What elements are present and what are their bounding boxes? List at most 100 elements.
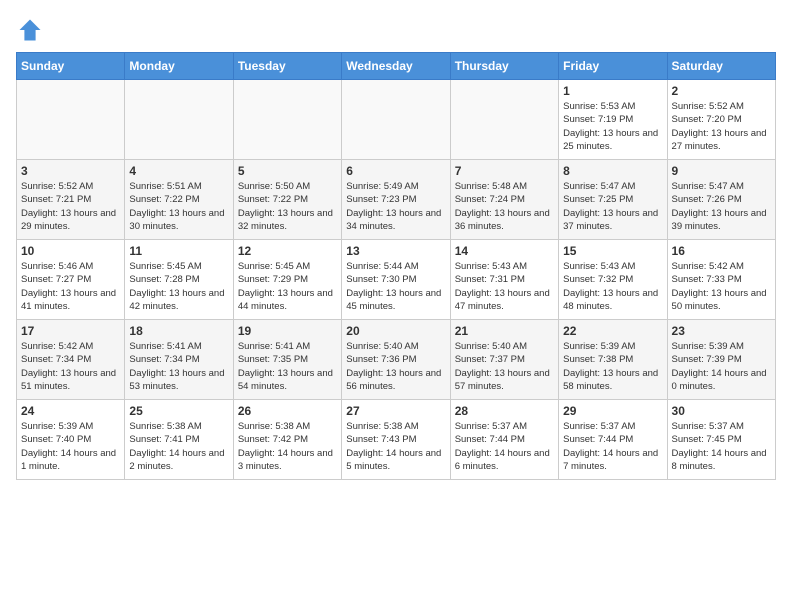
calendar-cell: 23Sunrise: 5:39 AMSunset: 7:39 PMDayligh… xyxy=(667,320,775,400)
day-info: Sunrise: 5:44 AMSunset: 7:30 PMDaylight:… xyxy=(346,260,445,313)
day-number: 5 xyxy=(238,164,337,178)
calendar-cell: 4 Sunrise: 5:51 AMSunset: 7:22 PMDaylight… xyxy=(125,160,233,240)
day-number: 12 xyxy=(238,244,337,258)
day-number: 18 xyxy=(129,324,228,338)
day-number: 9 xyxy=(672,164,771,178)
day-header-thursday: Thursday xyxy=(450,53,558,80)
day-number: 4 xyxy=(129,164,228,178)
calendar-cell: 6Sunrise: 5:49 AMSunset: 7:23 PMDaylight… xyxy=(342,160,450,240)
day-info: Sunrise: 5:39 AMSunset: 7:40 PMDaylight:… xyxy=(21,420,120,473)
day-info: Sunrise: 5:52 AMSunset: 7:20 PMDaylight:… xyxy=(672,100,771,153)
calendar-cell: 10 Sunrise: 5:46 AMSunset: 7:27 PMDayligh… xyxy=(17,240,125,320)
day-info: Sunrise: 5:43 AMSunset: 7:32 PMDaylight:… xyxy=(563,260,662,313)
day-info: Sunrise: 5:50 AMSunset: 7:22 PMDaylight:… xyxy=(238,180,337,233)
day-header-friday: Friday xyxy=(559,53,667,80)
day-info: Sunrise: 5:41 AMSunset: 7:34 PMDaylight:… xyxy=(129,340,228,393)
day-info: Sunrise: 5:47 AMSunset: 7:25 PMDaylight:… xyxy=(563,180,662,233)
calendar-cell: 26 Sunrise: 5:38 AMSunset: 7:42 PMDayligh… xyxy=(233,400,341,480)
calendar-cell: 28 Sunrise: 5:37 AMSunset: 7:44 PMDayligh… xyxy=(450,400,558,480)
calendar-cell: 20 Sunrise: 5:40 AMSunset: 7:36 PMDayligh… xyxy=(342,320,450,400)
day-info: Sunrise: 5:39 AMSunset: 7:38 PMDaylight:… xyxy=(563,340,662,393)
calendar-cell: 11 Sunrise: 5:45 AMSunset: 7:28 PMDayligh… xyxy=(125,240,233,320)
day-number: 25 xyxy=(129,404,228,418)
day-info: Sunrise: 5:47 AMSunset: 7:26 PMDaylight:… xyxy=(672,180,771,233)
day-info: Sunrise: 5:52 AMSunset: 7:21 PMDaylight:… xyxy=(21,180,120,233)
day-info: Sunrise: 5:51 AMSunset: 7:22 PMDaylight:… xyxy=(129,180,228,233)
day-info: Sunrise: 5:37 AMSunset: 7:45 PMDaylight:… xyxy=(672,420,771,473)
logo xyxy=(16,16,48,44)
day-number: 27 xyxy=(346,404,445,418)
day-number: 21 xyxy=(455,324,554,338)
day-info: Sunrise: 5:40 AMSunset: 7:37 PMDaylight:… xyxy=(455,340,554,393)
day-header-sunday: Sunday xyxy=(17,53,125,80)
calendar-cell xyxy=(17,80,125,160)
calendar-cell: 21 Sunrise: 5:40 AMSunset: 7:37 PMDayligh… xyxy=(450,320,558,400)
day-header-wednesday: Wednesday xyxy=(342,53,450,80)
day-info: Sunrise: 5:49 AMSunset: 7:23 PMDaylight:… xyxy=(346,180,445,233)
calendar-cell: 13 Sunrise: 5:44 AMSunset: 7:30 PMDayligh… xyxy=(342,240,450,320)
day-info: Sunrise: 5:46 AMSunset: 7:27 PMDaylight:… xyxy=(21,260,120,313)
calendar-cell: 18 Sunrise: 5:41 AMSunset: 7:34 PMDayligh… xyxy=(125,320,233,400)
calendar-cell: 17Sunrise: 5:42 AMSunset: 7:34 PMDayligh… xyxy=(17,320,125,400)
day-info: Sunrise: 5:42 AMSunset: 7:33 PMDaylight:… xyxy=(672,260,771,313)
calendar-cell: 22 Sunrise: 5:39 AMSunset: 7:38 PMDayligh… xyxy=(559,320,667,400)
day-number: 17 xyxy=(21,324,120,338)
calendar-cell: 12Sunrise: 5:45 AMSunset: 7:29 PMDayligh… xyxy=(233,240,341,320)
day-info: Sunrise: 5:38 AMSunset: 7:41 PMDaylight:… xyxy=(129,420,228,473)
day-info: Sunrise: 5:53 AMSunset: 7:19 PMDaylight:… xyxy=(563,100,662,153)
calendar-cell: 9 Sunrise: 5:47 AMSunset: 7:26 PMDaylight… xyxy=(667,160,775,240)
day-number: 13 xyxy=(346,244,445,258)
calendar-cell: 8 Sunrise: 5:47 AMSunset: 7:25 PMDaylight… xyxy=(559,160,667,240)
day-number: 29 xyxy=(563,404,662,418)
day-number: 30 xyxy=(672,404,771,418)
calendar-cell: 1 Sunrise: 5:53 AMSunset: 7:19 PMDaylight… xyxy=(559,80,667,160)
calendar-cell: 3 Sunrise: 5:52 AMSunset: 7:21 PMDaylight… xyxy=(17,160,125,240)
day-number: 10 xyxy=(21,244,120,258)
calendar-cell: 24 Sunrise: 5:39 AMSunset: 7:40 PMDayligh… xyxy=(17,400,125,480)
day-header-tuesday: Tuesday xyxy=(233,53,341,80)
calendar-cell: 30 Sunrise: 5:37 AMSunset: 7:45 PMDayligh… xyxy=(667,400,775,480)
calendar-cell: 19Sunrise: 5:41 AMSunset: 7:35 PMDayligh… xyxy=(233,320,341,400)
day-number: 28 xyxy=(455,404,554,418)
calendar-cell xyxy=(342,80,450,160)
calendar-cell: 14Sunrise: 5:43 AMSunset: 7:31 PMDayligh… xyxy=(450,240,558,320)
day-number: 22 xyxy=(563,324,662,338)
day-info: Sunrise: 5:37 AMSunset: 7:44 PMDaylight:… xyxy=(455,420,554,473)
day-number: 16 xyxy=(672,244,771,258)
day-number: 1 xyxy=(563,84,662,98)
day-number: 8 xyxy=(563,164,662,178)
day-number: 11 xyxy=(129,244,228,258)
calendar-cell: 2 Sunrise: 5:52 AMSunset: 7:20 PMDaylight… xyxy=(667,80,775,160)
day-info: Sunrise: 5:38 AMSunset: 7:42 PMDaylight:… xyxy=(238,420,337,473)
day-header-monday: Monday xyxy=(125,53,233,80)
day-number: 24 xyxy=(21,404,120,418)
day-number: 26 xyxy=(238,404,337,418)
day-info: Sunrise: 5:48 AMSunset: 7:24 PMDaylight:… xyxy=(455,180,554,233)
day-number: 23 xyxy=(672,324,771,338)
calendar-week-2: 3 Sunrise: 5:52 AMSunset: 7:21 PMDaylight… xyxy=(17,160,776,240)
day-info: Sunrise: 5:40 AMSunset: 7:36 PMDaylight:… xyxy=(346,340,445,393)
day-number: 15 xyxy=(563,244,662,258)
day-number: 14 xyxy=(455,244,554,258)
day-info: Sunrise: 5:37 AMSunset: 7:44 PMDaylight:… xyxy=(563,420,662,473)
day-number: 19 xyxy=(238,324,337,338)
logo-icon xyxy=(16,16,44,44)
calendar-cell: 29 Sunrise: 5:37 AMSunset: 7:44 PMDayligh… xyxy=(559,400,667,480)
calendar-cell xyxy=(233,80,341,160)
calendar-cell xyxy=(450,80,558,160)
calendar-cell xyxy=(125,80,233,160)
day-number: 2 xyxy=(672,84,771,98)
calendar-week-5: 24 Sunrise: 5:39 AMSunset: 7:40 PMDayligh… xyxy=(17,400,776,480)
day-info: Sunrise: 5:38 AMSunset: 7:43 PMDaylight:… xyxy=(346,420,445,473)
day-number: 7 xyxy=(455,164,554,178)
day-number: 20 xyxy=(346,324,445,338)
calendar-week-3: 10 Sunrise: 5:46 AMSunset: 7:27 PMDayligh… xyxy=(17,240,776,320)
calendar: SundayMondayTuesdayWednesdayThursdayFrid… xyxy=(16,52,776,480)
day-number: 3 xyxy=(21,164,120,178)
page-header xyxy=(16,16,776,44)
day-header-saturday: Saturday xyxy=(667,53,775,80)
day-info: Sunrise: 5:45 AMSunset: 7:28 PMDaylight:… xyxy=(129,260,228,313)
calendar-cell: 27 Sunrise: 5:38 AMSunset: 7:43 PMDayligh… xyxy=(342,400,450,480)
calendar-cell: 16 Sunrise: 5:42 AMSunset: 7:33 PMDayligh… xyxy=(667,240,775,320)
calendar-cell: 15 Sunrise: 5:43 AMSunset: 7:32 PMDayligh… xyxy=(559,240,667,320)
